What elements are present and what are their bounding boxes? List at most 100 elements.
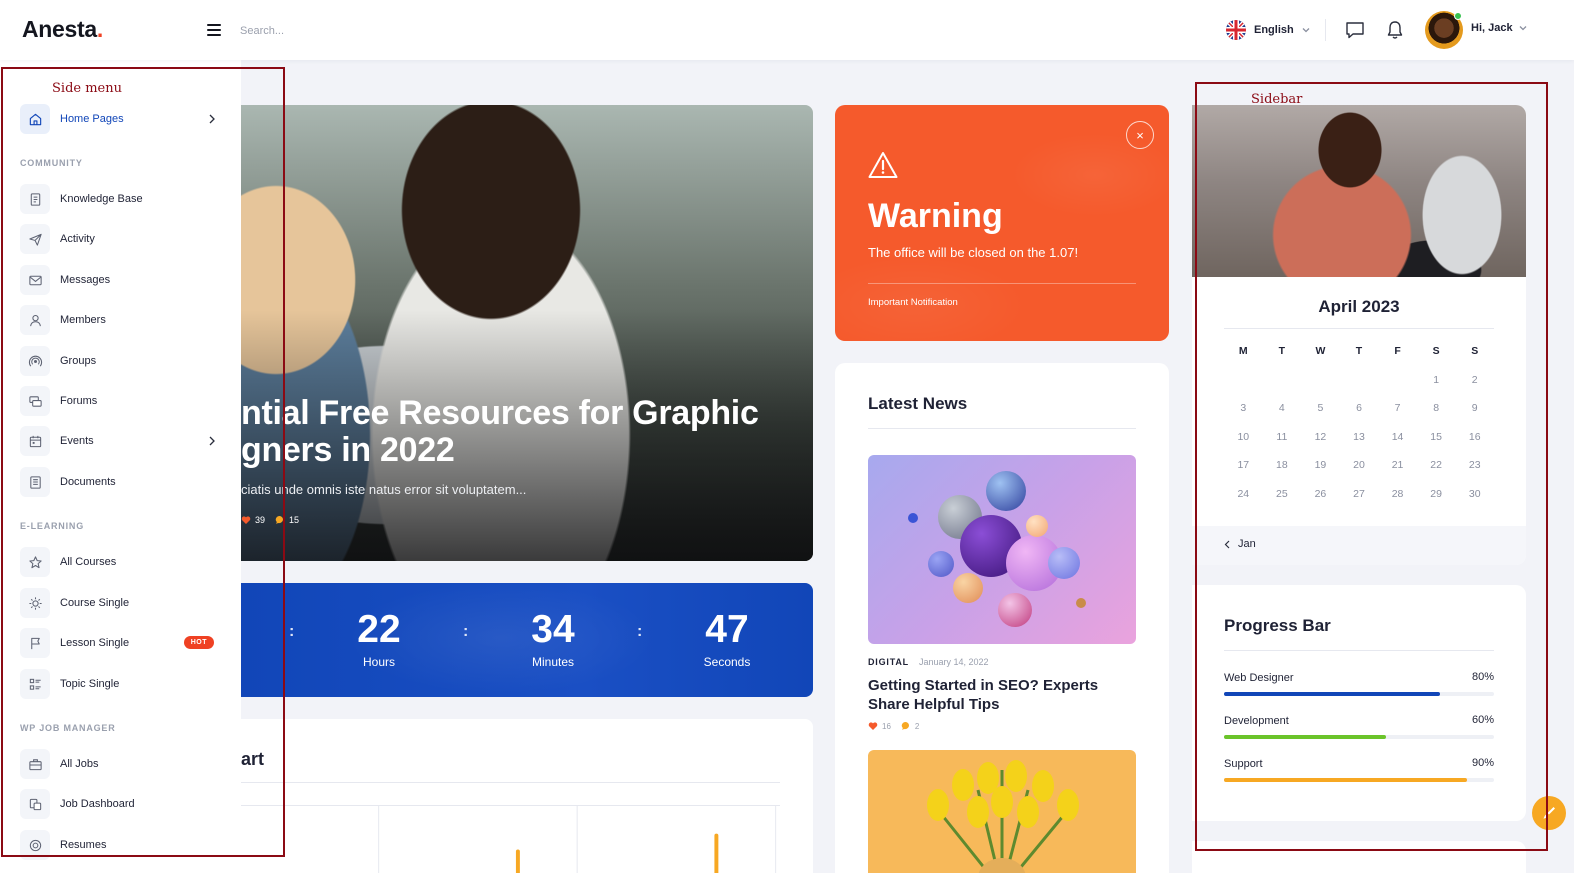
sidebar-item-activity[interactable]: Activity (20, 224, 220, 254)
progress-fill (1224, 735, 1386, 739)
progress-label: Support (1224, 758, 1263, 770)
calendar-day[interactable]: 2 (1455, 374, 1494, 390)
warning-footer: Important Notification (868, 297, 958, 308)
calendar-day[interactable]: 7 (1378, 402, 1417, 418)
sidebar-item-topic-single[interactable]: Topic Single (20, 669, 220, 699)
likes-count: 39 (255, 515, 266, 525)
sidebar-item-forums[interactable]: Forums (20, 386, 220, 416)
menu-icon[interactable] (207, 24, 221, 36)
countdown-minutes: 34 Minutes (503, 608, 603, 669)
sidebar-item-label: All Courses (60, 556, 117, 568)
language-selector[interactable]: English (1226, 19, 1310, 41)
document-icon (20, 467, 50, 497)
calendar-day[interactable]: 19 (1301, 459, 1340, 475)
calendar-day[interactable]: 26 (1301, 488, 1340, 504)
calendar-day[interactable]: 5 (1301, 402, 1340, 418)
calendar-day[interactable]: 10 (1224, 431, 1263, 447)
section-title-e-learning: E-LEARNING (20, 521, 84, 531)
calendar-blank-cell (1340, 374, 1379, 390)
calendar-day[interactable]: 16 (1455, 431, 1494, 447)
hero-title[interactable]: ntial Free Resources for Graphic gners i… (241, 395, 801, 469)
seconds-label: Seconds (703, 655, 751, 669)
sidebar-annotation-label: Sidebar (1251, 92, 1303, 107)
sidebar-item-lesson-single[interactable]: Lesson Single HOT (20, 628, 220, 658)
dashboard-icon (20, 789, 50, 819)
weekday-header: W (1315, 345, 1326, 357)
calendar-day[interactable]: 21 (1378, 459, 1417, 475)
chevron-left-icon (1224, 540, 1230, 548)
calendar-icon (20, 426, 50, 456)
user-greeting: Hi, Jack (1471, 22, 1513, 34)
calendar-day[interactable]: 8 (1417, 402, 1456, 418)
news-image[interactable] (868, 455, 1136, 644)
sidebar-next-card (1192, 841, 1526, 873)
calendar-day[interactable]: 20 (1340, 459, 1379, 475)
countdown-separator: : (637, 623, 643, 640)
calendar-day[interactable]: 17 (1224, 459, 1263, 475)
sidebar-item-documents[interactable]: Documents (20, 467, 220, 497)
hero-featured-post[interactable]: ntial Free Resources for Graphic gners i… (241, 105, 813, 561)
news-divider (868, 428, 1136, 429)
calendar-day[interactable]: 28 (1378, 488, 1417, 504)
progress-bar-card: Progress Bar Web Designer 80% Developmen… (1192, 585, 1526, 821)
bell-icon[interactable] (1384, 19, 1406, 41)
sidebar-item-all-jobs[interactable]: All Jobs (20, 749, 220, 779)
calendar-day[interactable]: 24 (1224, 488, 1263, 504)
calendar-day[interactable]: 22 (1417, 459, 1456, 475)
calendar-day[interactable]: 25 (1263, 488, 1302, 504)
sidebar-item-groups[interactable]: Groups (20, 346, 220, 376)
sun-icon (20, 588, 50, 618)
progress-fill (1224, 778, 1467, 782)
search-input[interactable] (240, 21, 440, 41)
hours-value: 22 (357, 608, 401, 651)
sidebar-item-all-courses[interactable]: All Courses (20, 547, 220, 577)
sidebar-item-resumes[interactable]: Resumes (20, 830, 220, 860)
calendar-month: April 2023 (1318, 297, 1400, 316)
calendar-header-image (1192, 105, 1526, 277)
countdown-timer: : 22 Hours : 34 Minutes : 47 Seconds (241, 583, 813, 697)
chat-icon[interactable] (1344, 19, 1366, 41)
sidebar-item-course-single[interactable]: Course Single (20, 588, 220, 618)
sidebar-item-knowledge-base[interactable]: Knowledge Base (20, 184, 220, 214)
calendar-day[interactable]: 4 (1263, 402, 1302, 418)
calendar-day[interactable]: 15 (1417, 431, 1456, 447)
calendar-day[interactable]: 29 (1417, 488, 1456, 504)
calendar-day[interactable]: 11 (1263, 431, 1302, 447)
sidebar-item-label: Job Dashboard (60, 798, 135, 810)
news-image[interactable] (868, 750, 1136, 873)
calendar-day[interactable]: 3 (1224, 402, 1263, 418)
progress-row-support: Support 90% (1224, 757, 1494, 790)
sidebar-item-label: Messages (60, 274, 111, 286)
calendar-day[interactable]: 30 (1455, 488, 1494, 504)
warning-divider (868, 283, 1136, 284)
calendar-day[interactable]: 18 (1263, 459, 1302, 475)
calendar-day[interactable]: 27 (1340, 488, 1379, 504)
heart-icon (868, 722, 878, 730)
calendar-day[interactable]: 9 (1455, 402, 1494, 418)
calendar-day[interactable]: 12 (1301, 431, 1340, 447)
sidebar-item-members[interactable]: Members (20, 305, 220, 335)
previous-month-button[interactable]: Jan (1224, 538, 1256, 550)
previous-month-label: Jan (1238, 538, 1256, 550)
logo[interactable]: Anesta. (22, 16, 103, 43)
news-category[interactable]: DIGITAL (868, 657, 909, 667)
calendar-day[interactable]: 6 (1340, 402, 1379, 418)
seconds-value: 47 (705, 608, 749, 651)
progress-fill (1224, 692, 1440, 696)
sidebar-item-job-dashboard[interactable]: Job Dashboard (20, 789, 220, 819)
progress-track (1224, 735, 1494, 739)
customizer-button[interactable] (1532, 796, 1566, 830)
calendar-day[interactable]: 14 (1378, 431, 1417, 447)
news-headline[interactable]: Getting Started in SEO? Experts Share He… (868, 676, 1136, 714)
user-menu[interactable]: Hi, Jack (1471, 22, 1527, 34)
chart-divider (241, 782, 780, 783)
calendar-day[interactable]: 23 (1455, 459, 1494, 475)
calendar-day[interactable]: 13 (1340, 431, 1379, 447)
calendar-day[interactable]: 1 (1417, 374, 1456, 390)
sidebar-item-messages[interactable]: Messages (20, 265, 220, 295)
latest-news-title: Latest News (868, 394, 968, 413)
sidebar-item-events[interactable]: Events (20, 426, 220, 456)
user-avatar[interactable] (1425, 11, 1463, 49)
close-icon[interactable]: × (1126, 121, 1154, 149)
sidebar-item-home-pages[interactable]: Home Pages (20, 104, 220, 134)
